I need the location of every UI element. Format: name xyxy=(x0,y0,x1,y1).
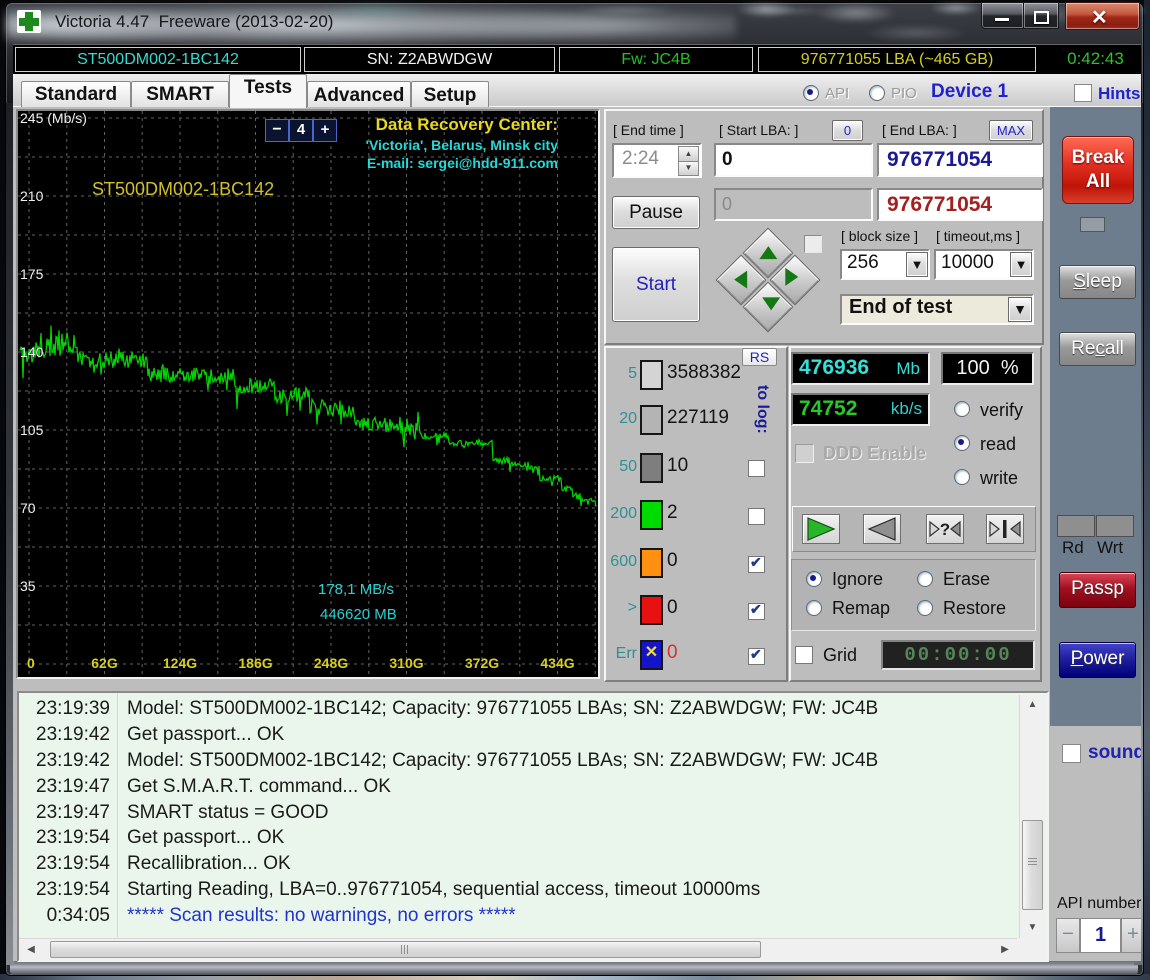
svg-text:186G: 186G xyxy=(238,655,272,671)
svg-text:140: 140 xyxy=(20,344,44,360)
svg-text:210: 210 xyxy=(20,188,44,204)
svg-text:35: 35 xyxy=(20,578,36,594)
svg-text:?: ? xyxy=(940,520,950,539)
svg-text:175: 175 xyxy=(20,266,44,282)
svg-text:105: 105 xyxy=(20,422,44,438)
svg-text:124G: 124G xyxy=(163,655,197,671)
svg-text:62G: 62G xyxy=(91,655,118,671)
svg-text:245 (Mb/s): 245 (Mb/s) xyxy=(20,111,87,126)
svg-text:434G: 434G xyxy=(540,655,574,671)
svg-text:372G: 372G xyxy=(465,655,499,671)
svg-text:310G: 310G xyxy=(389,655,423,671)
svg-text:0: 0 xyxy=(27,655,35,671)
svg-text:70: 70 xyxy=(20,500,36,516)
svg-text:248G: 248G xyxy=(314,655,348,671)
